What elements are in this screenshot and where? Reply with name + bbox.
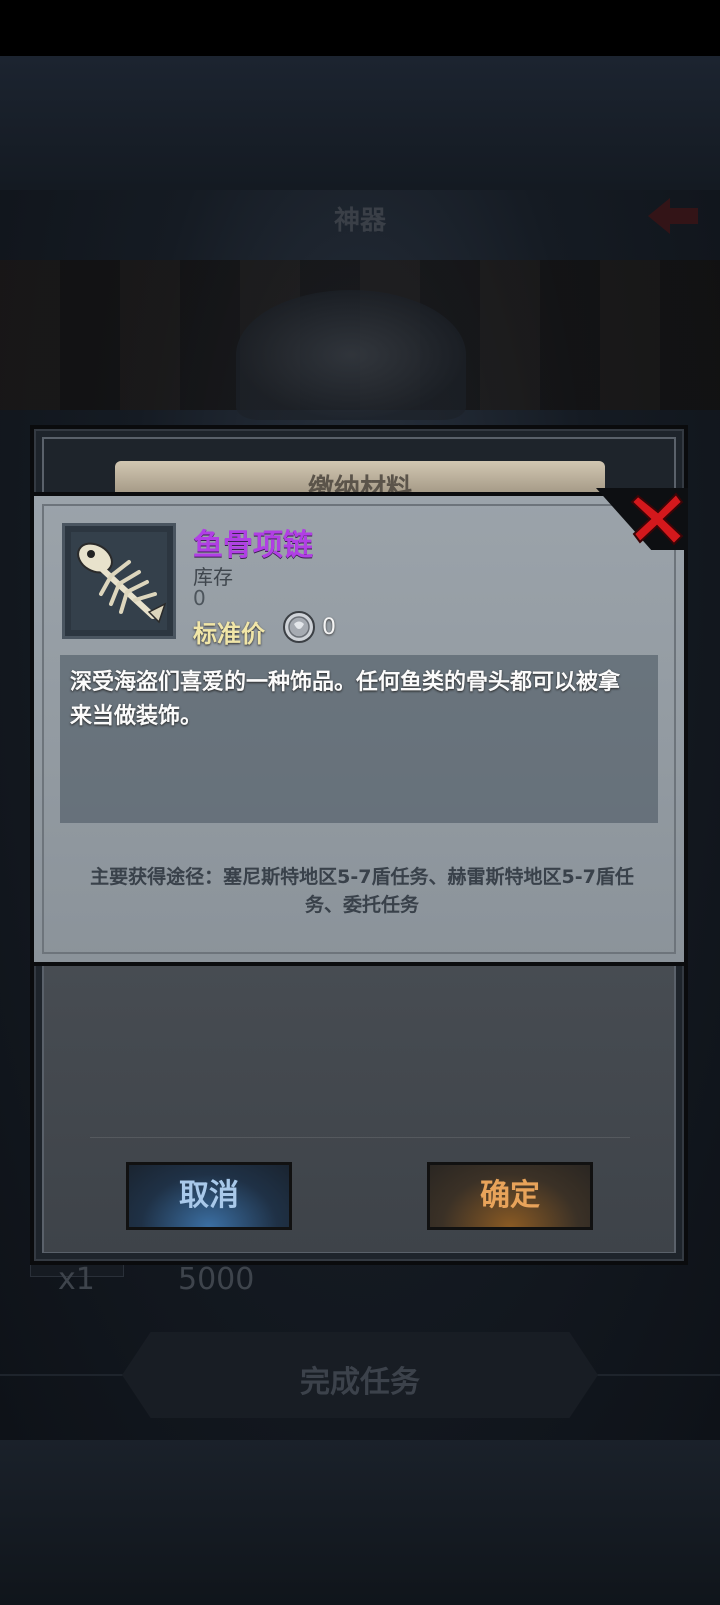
confirm-button[interactable]: 确定 — [427, 1162, 593, 1230]
page-title: 神器 — [333, 206, 386, 236]
background-figure — [236, 290, 466, 420]
item-icon-frame — [62, 523, 176, 639]
item-name: 鱼骨项链 — [193, 528, 313, 563]
fish-bone-necklace-icon — [71, 532, 167, 630]
item-source: 主要获得途径：塞尼斯特地区5-7盾任务、赫雷斯特地区5-7盾任务、委托任务 — [90, 866, 634, 916]
cancel-button[interactable]: 取消 — [126, 1162, 292, 1230]
status-bar — [0, 0, 720, 56]
reward-count: x1 — [58, 1262, 95, 1297]
price-label: 标准价 — [193, 620, 265, 648]
dialog-divider — [90, 1137, 630, 1138]
back-arrow-icon[interactable] — [646, 196, 700, 236]
complete-task-label: 完成任务 — [300, 1365, 420, 1400]
price-value: 0 — [322, 615, 336, 640]
reward-amount: 5000 — [178, 1262, 255, 1297]
stock-value: 0 — [193, 586, 206, 610]
background-band — [0, 56, 720, 190]
silver-coin-icon — [283, 611, 315, 643]
background-bottom — [0, 1440, 720, 1605]
item-description: 深受海盗们喜爱的一种饰品。任何鱼类的骨头都可以被拿来当做装饰。 — [70, 670, 621, 729]
close-icon[interactable] — [630, 490, 686, 546]
